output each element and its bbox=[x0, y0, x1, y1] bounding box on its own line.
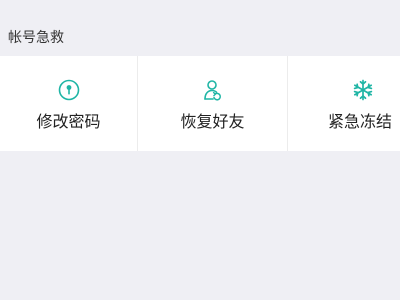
change-password-label: 修改密码 bbox=[36, 112, 101, 131]
friend-recover-icon bbox=[201, 78, 225, 102]
snowflake-icon bbox=[351, 78, 375, 102]
key-circle-icon bbox=[57, 78, 81, 102]
account-rescue-grid: 修改密码 恢复好友 紧急冻结 bbox=[0, 56, 400, 151]
section-title: 帐号急救 bbox=[8, 30, 64, 46]
emergency-freeze-label: 紧急冻结 bbox=[328, 112, 393, 131]
change-password-tile[interactable]: 修改密码 bbox=[0, 56, 137, 151]
emergency-freeze-tile[interactable]: 紧急冻结 bbox=[288, 56, 400, 151]
recover-friends-label: 恢复好友 bbox=[180, 112, 245, 131]
recover-friends-tile[interactable]: 恢复好友 bbox=[138, 56, 287, 151]
